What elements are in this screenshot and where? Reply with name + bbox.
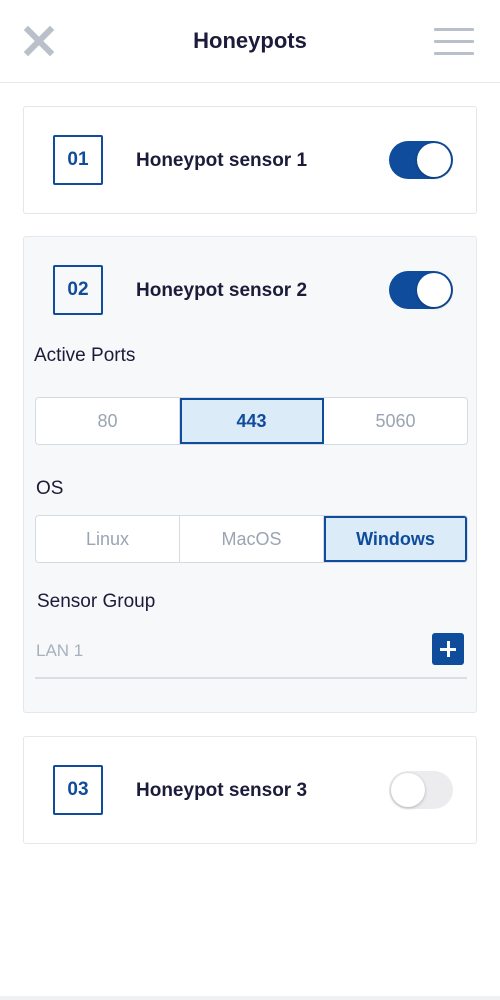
os-selector: Linux MacOS Windows bbox=[35, 515, 468, 563]
toggle-knob bbox=[417, 273, 451, 307]
add-sensor-group-button[interactable] bbox=[432, 633, 464, 665]
active-ports-label: Active Ports bbox=[34, 345, 136, 366]
sensor-group-label: Sensor Group bbox=[37, 591, 156, 612]
sensor-group-field[interactable]: LAN 1 bbox=[35, 623, 467, 679]
sensor-name: Honeypot sensor 2 bbox=[136, 280, 308, 301]
os-label: OS bbox=[36, 478, 64, 499]
sensor-number-badge: 01 bbox=[53, 135, 103, 185]
port-option-443[interactable]: 443 bbox=[180, 398, 324, 444]
toggle-knob bbox=[391, 773, 425, 807]
os-option-linux[interactable]: Linux bbox=[36, 516, 180, 562]
active-ports-selector: 80 443 5060 bbox=[35, 397, 468, 445]
os-option-macos[interactable]: MacOS bbox=[180, 516, 324, 562]
sensor-card-1: 01 Honeypot sensor 1 bbox=[23, 106, 477, 214]
sensor-number-badge: 03 bbox=[53, 765, 103, 815]
port-option-80[interactable]: 80 bbox=[36, 398, 180, 444]
toggle-knob bbox=[417, 143, 451, 177]
sensor-group-value: LAN 1 bbox=[36, 641, 84, 660]
sensor-3-toggle[interactable] bbox=[389, 771, 453, 809]
sensor-number-badge: 02 bbox=[53, 265, 103, 315]
menu-button[interactable] bbox=[430, 24, 476, 58]
bottom-edge bbox=[0, 996, 500, 1000]
app-header: Honeypots bbox=[0, 0, 500, 83]
sensor-name: Honeypot sensor 1 bbox=[136, 150, 308, 171]
sensor-card-2: 02 Honeypot sensor 2 Active Ports 80 443… bbox=[23, 236, 477, 713]
page-title: Honeypots bbox=[193, 28, 307, 53]
sensor-name: Honeypot sensor 3 bbox=[136, 780, 308, 801]
port-option-5060[interactable]: 5060 bbox=[324, 398, 467, 444]
sensor-2-toggle[interactable] bbox=[389, 271, 453, 309]
sensor-card-3: 03 Honeypot sensor 3 bbox=[23, 736, 477, 844]
os-option-windows[interactable]: Windows bbox=[324, 516, 467, 562]
sensor-1-toggle[interactable] bbox=[389, 141, 453, 179]
